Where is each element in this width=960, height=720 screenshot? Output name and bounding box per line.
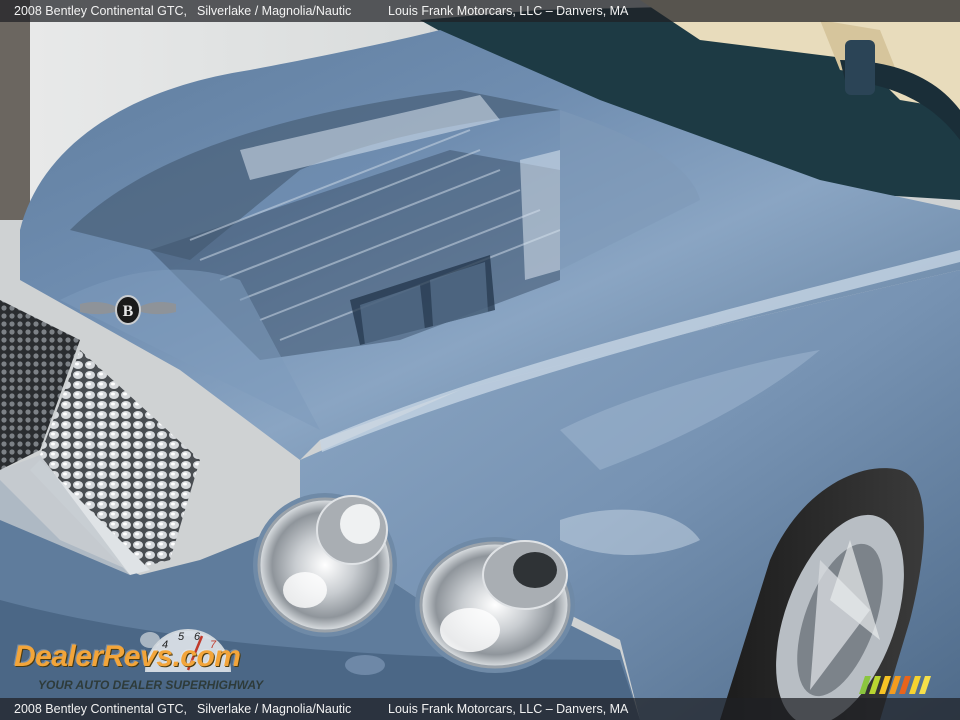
- caption-interior: Magnolia/Nautic: [261, 4, 352, 18]
- caption-bar-top: 2008 Bentley Continental GTC, Silverlake …: [0, 0, 960, 22]
- caption-dealer-info-bottom: Louis Frank Motorcars, LLC – Danvers, MA: [388, 702, 629, 716]
- caption-vehicle-info-bottom: 2008 Bentley Continental GTC, Silverlake …: [14, 702, 352, 716]
- caption-dealer: Louis Frank Motorcars, LLC: [388, 4, 543, 18]
- dealerrevs-watermark[interactable]: 4 5 6 7 DealerRevs.com YOUR AUTO DEALER …: [14, 624, 264, 694]
- watermark-tagline: YOUR AUTO DEALER SUPERHIGHWAY: [38, 678, 264, 692]
- watermark-brand: DealerRevs.com: [14, 640, 241, 673]
- caption-color: Silverlake: [197, 4, 252, 18]
- colored-bars-logo-icon: [859, 676, 931, 694]
- headlight-left-icon: [253, 493, 397, 637]
- svg-text:B: B: [123, 303, 134, 320]
- caption-vehicle-info: 2008 Bentley Continental GTC, Silverlake …: [14, 4, 352, 18]
- car-photo: B: [0, 0, 960, 720]
- headlight-right-icon: [415, 537, 575, 673]
- caption-bar-bottom: 2008 Bentley Continental GTC, Silverlake …: [0, 698, 960, 720]
- caption-location: Danvers, MA: [556, 4, 629, 18]
- caption-vehicle: 2008 Bentley Continental GTC,: [14, 4, 188, 18]
- caption-dealer-info: Louis Frank Motorcars, LLC – Danvers, MA: [388, 4, 629, 18]
